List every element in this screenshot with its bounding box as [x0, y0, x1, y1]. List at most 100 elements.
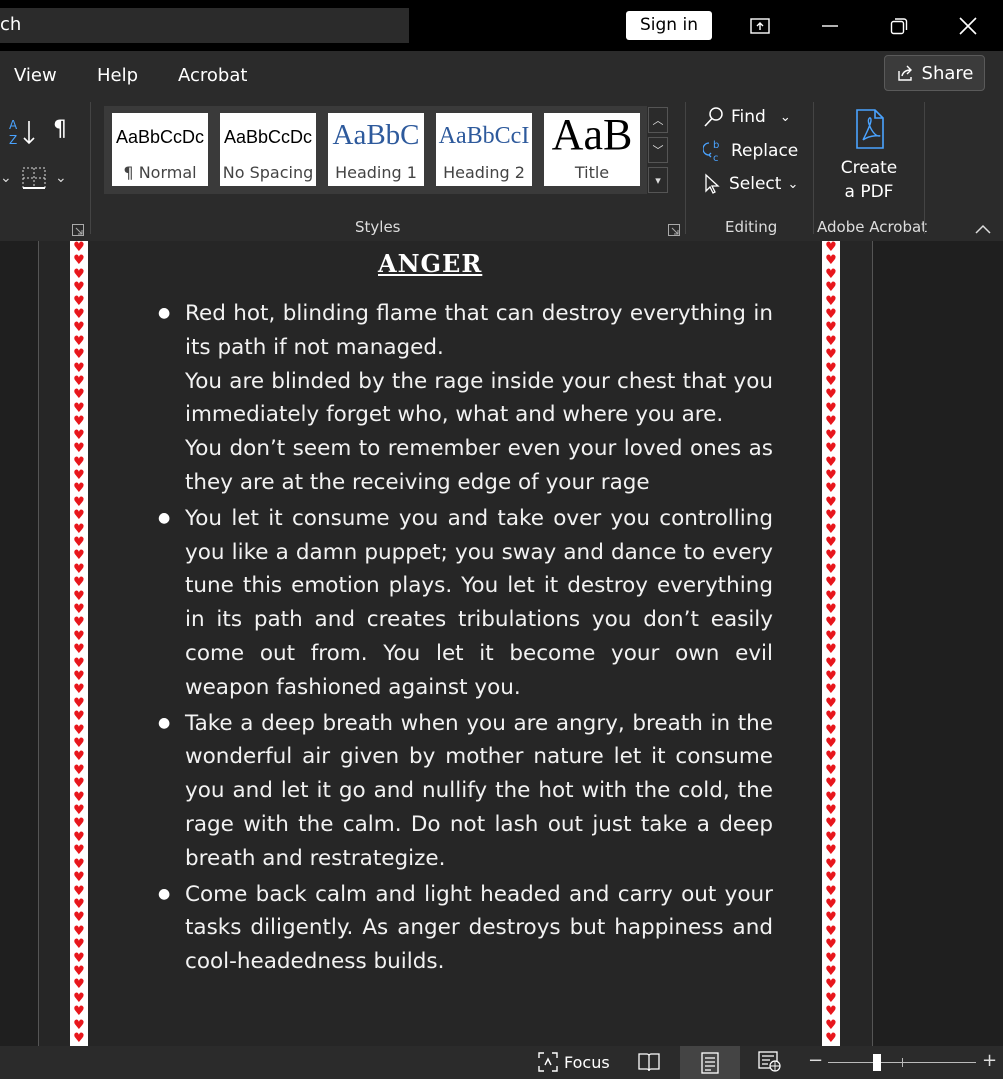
- svg-text:b: b: [713, 140, 719, 151]
- replace-label: Replace: [731, 141, 799, 161]
- style-no-spacing[interactable]: AaBbCcDc No Spacing: [220, 113, 316, 186]
- heart-icon: ♥: [73, 789, 85, 805]
- menu-acrobat[interactable]: Acrobat: [178, 65, 247, 86]
- zoom-slider-center-tick: [902, 1058, 903, 1067]
- document-heading[interactable]: ANGER: [378, 249, 482, 278]
- heart-icon: ♥: [73, 494, 85, 510]
- chevron-down-icon: ﹀: [652, 144, 664, 157]
- heart-icon: ♥: [825, 977, 837, 993]
- status-bar: Focus − +: [0, 1046, 1003, 1079]
- create-pdf-button[interactable]: Create a PDF: [826, 108, 912, 203]
- styles-launcher-icon[interactable]: [668, 221, 680, 240]
- chevron-up-icon: ︿: [652, 114, 664, 127]
- heart-icon: ♥: [73, 856, 85, 872]
- bullet-paragraph: Take a deep breath when you are angry, b…: [185, 710, 773, 871]
- heart-icon: ♥: [73, 387, 85, 403]
- borders-dropdown-icon[interactable]: ⌄: [55, 170, 67, 186]
- create-pdf-label-1: Create: [840, 158, 898, 178]
- heart-icon: ♥: [825, 521, 837, 537]
- bullet-item[interactable]: Take a deep breath when you are angry, b…: [158, 707, 773, 876]
- heart-icon: ♥: [73, 628, 85, 644]
- heart-icon: ♥: [73, 414, 85, 430]
- chevron-down-icon[interactable]: ⌄: [0, 170, 12, 186]
- heart-icon: ♥: [73, 937, 85, 953]
- sign-in-button[interactable]: Sign in: [626, 11, 712, 40]
- more-icon: ▾: [655, 173, 661, 187]
- heart-icon: ♥: [825, 963, 837, 979]
- heart-icon: ♥: [825, 883, 837, 899]
- heart-icon: ♥: [73, 360, 85, 376]
- heart-icon: ♥: [825, 910, 837, 926]
- heart-icon: ♥: [825, 695, 837, 711]
- menu-help[interactable]: Help: [97, 65, 138, 86]
- heart-icon: ♥: [73, 588, 85, 604]
- ribbon-display-icon: [750, 17, 770, 34]
- bullet-paragraph: Come back calm and light headed and carr…: [185, 881, 773, 975]
- heart-icon: ♥: [825, 749, 837, 765]
- web-layout-button[interactable]: [758, 1051, 782, 1077]
- close-button[interactable]: [933, 0, 1003, 51]
- search-input[interactable]: ch: [0, 8, 409, 43]
- heart-icon: ♥: [825, 266, 837, 282]
- show-formatting-icon[interactable]: ¶: [53, 117, 67, 142]
- bullet-list[interactable]: Red hot, blinding flame that can destroy…: [158, 297, 773, 981]
- bullet-item[interactable]: You let it consume you and take over you…: [158, 502, 773, 705]
- style-heading-2[interactable]: AaBbCcI Heading 2: [436, 113, 532, 186]
- heart-icon: ♥: [73, 548, 85, 564]
- style-sample: AaBbC: [332, 119, 420, 151]
- ribbon-separator: [813, 102, 814, 234]
- share-button[interactable]: Share: [884, 55, 985, 91]
- style-normal[interactable]: AaBbCcDc ¶ Normal: [112, 113, 208, 186]
- menu-view[interactable]: View: [14, 65, 57, 86]
- zoom-in-button[interactable]: +: [982, 1050, 997, 1071]
- minimize-icon: [822, 24, 838, 27]
- heart-icon: ♥: [825, 601, 837, 617]
- heart-page-border-left: ♥ ♥ ♥ ♥ ♥ ♥ ♥ ♥ ♥ ♥ ♥ ♥ ♥ ♥ ♥ ♥ ♥ ♥ ♥ ♥ ♥ ♥ ♥ ♥ ♥ ♥ ♥ ♥ ♥ ♥ ♥ ♥ ♥ ♥ ♥ ♥ ♥ ♥ ♥ ♥…: [70, 241, 88, 1046]
- heart-icon: ♥: [73, 736, 85, 752]
- gallery-scroll-down-button[interactable]: ﹀: [648, 137, 668, 163]
- collapse-ribbon-button[interactable]: [975, 219, 991, 238]
- heart-icon: ♥: [825, 856, 837, 872]
- focus-button[interactable]: Focus: [538, 1052, 610, 1072]
- read-mode-button[interactable]: [638, 1052, 660, 1076]
- gallery-more-button[interactable]: ▾: [648, 167, 668, 193]
- heart-icon: ♥: [825, 923, 837, 939]
- heart-icon: ♥: [73, 347, 85, 363]
- heart-icon: ♥: [73, 803, 85, 819]
- heart-icon: ♥: [73, 762, 85, 778]
- heart-icon: ♥: [73, 870, 85, 886]
- heart-icon: ♥: [825, 870, 837, 886]
- minimize-button[interactable]: [795, 0, 865, 51]
- heart-icon: ♥: [825, 816, 837, 832]
- document-area[interactable]: ♥ ♥ ♥ ♥ ♥ ♥ ♥ ♥ ♥ ♥ ♥ ♥ ♥ ♥ ♥ ♥ ♥ ♥ ♥ ♥ ♥ ♥ ♥ ♥ ♥ ♥ ♥ ♥ ♥ ♥ ♥ ♥ ♥ ♥ ♥ ♥ ♥ ♥ ♥ ♥…: [0, 241, 1003, 1046]
- heart-icon: ♥: [825, 320, 837, 336]
- heart-icon: ♥: [825, 387, 837, 403]
- book-icon: [638, 1053, 660, 1072]
- sort-button[interactable]: AZ: [8, 117, 38, 151]
- heart-icon: ♥: [825, 467, 837, 483]
- heart-icon: ♥: [73, 266, 85, 282]
- heart-icon: ♥: [825, 615, 837, 631]
- restore-button[interactable]: [864, 0, 934, 51]
- borders-button[interactable]: [22, 167, 46, 193]
- gallery-scroll-up-button[interactable]: ︿: [648, 107, 668, 133]
- create-pdf-label-2: a PDF: [844, 182, 894, 202]
- print-layout-button[interactable]: [680, 1046, 740, 1079]
- paragraph-launcher-icon[interactable]: [72, 221, 84, 240]
- zoom-out-button[interactable]: −: [808, 1050, 823, 1071]
- style-heading-1[interactable]: AaBbC Heading 1: [328, 113, 424, 186]
- select-button[interactable]: Select ⌄: [703, 173, 798, 195]
- bullet-item[interactable]: Come back calm and light headed and carr…: [158, 878, 773, 979]
- ribbon-separator: [90, 102, 91, 234]
- ribbon-display-button[interactable]: [725, 0, 795, 51]
- bullet-item[interactable]: Red hot, blinding flame that can destroy…: [158, 297, 773, 500]
- style-sample: AaB: [551, 113, 633, 159]
- heart-icon: ♥: [825, 588, 837, 604]
- replace-button[interactable]: bc Replace: [703, 139, 798, 163]
- heart-icon: ♥: [73, 722, 85, 738]
- style-title[interactable]: AaB Title: [544, 113, 640, 186]
- zoom-slider-thumb[interactable]: [873, 1054, 881, 1071]
- heart-icon: ♥: [73, 575, 85, 591]
- heart-icon: ♥: [825, 307, 837, 323]
- find-button[interactable]: Find ⌄: [703, 106, 791, 128]
